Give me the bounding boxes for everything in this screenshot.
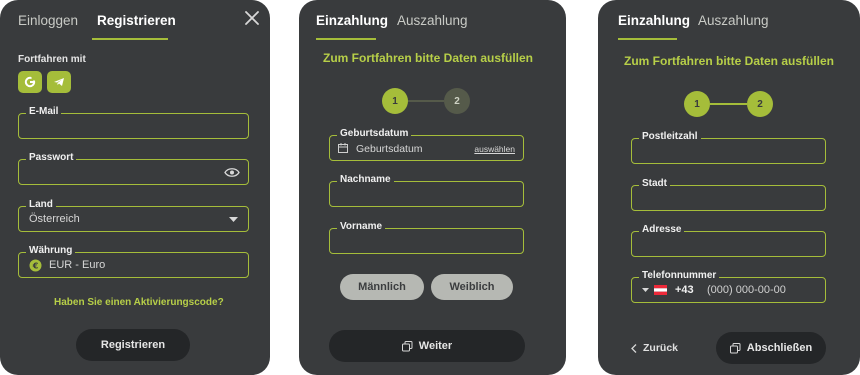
- next-button-label: Weiter: [418, 340, 453, 352]
- postcode-field[interactable]: Postleitzahl: [631, 131, 826, 164]
- activation-code-link[interactable]: Haben Sie einen Aktivierungscode?: [54, 297, 224, 308]
- next-button[interactable]: Weiter: [329, 330, 525, 362]
- city-field[interactable]: Stadt: [631, 178, 826, 211]
- step-connector: [710, 103, 747, 105]
- tab-login[interactable]: Einloggen: [18, 13, 78, 28]
- euro-icon: €: [29, 259, 42, 272]
- step-connector: [408, 100, 444, 102]
- birthdate-field[interactable]: Geburtsdatum Geburtsdatum auswählen: [329, 128, 524, 161]
- lastname-field[interactable]: Nachname: [329, 174, 524, 207]
- close-icon[interactable]: [244, 10, 260, 26]
- active-tab-underline: [618, 38, 677, 40]
- copy-icon: [729, 342, 741, 353]
- birthdate-label: Geburtsdatum: [337, 128, 412, 140]
- finish-button-label: Abschließen: [746, 342, 813, 354]
- phone-label: Telefonnummer: [639, 270, 720, 282]
- form-heading: Zum Fortfahren bitte Daten ausfüllen: [624, 54, 835, 68]
- register-button-label: Registrieren: [100, 339, 166, 351]
- lastname-label: Nachname: [337, 174, 394, 186]
- firstname-field[interactable]: Vorname: [329, 221, 524, 254]
- phone-prefix: +43: [675, 284, 694, 296]
- step-2-indicator: 2: [747, 91, 773, 117]
- email-field[interactable]: E-Mail: [18, 106, 249, 139]
- country-label: Land: [26, 199, 56, 211]
- tab-withdrawal[interactable]: Auszahlung: [698, 13, 769, 28]
- deposit-step1-panel: Einzahlung Auszahlung Zum Fortfahren bit…: [299, 0, 566, 375]
- back-button[interactable]: Zurück: [631, 342, 678, 354]
- chevron-left-icon: [631, 343, 637, 353]
- phone-placeholder: (000) 000-00-00: [707, 284, 786, 296]
- active-tab-underline: [92, 38, 168, 40]
- telegram-login-button[interactable]: [47, 71, 71, 93]
- step-1-indicator: 1: [382, 88, 408, 114]
- postcode-label: Postleitzahl: [639, 131, 701, 143]
- telegram-icon: [54, 78, 64, 86]
- gender-male-button[interactable]: Männlich: [340, 274, 424, 300]
- deposit-step2-panel: Einzahlung Auszahlung Zum Fortfahren bit…: [598, 0, 860, 375]
- country-value: Österreich: [29, 213, 80, 225]
- tab-register[interactable]: Registrieren: [97, 13, 176, 28]
- chevron-down-icon: [229, 217, 238, 222]
- country-select[interactable]: Land Österreich: [18, 199, 249, 232]
- back-button-label: Zurück: [643, 342, 679, 354]
- svg-text:€: €: [32, 262, 39, 271]
- tab-deposit[interactable]: Einzahlung: [316, 13, 388, 28]
- phone-field[interactable]: Telefonnummer +43 (000) 000-00-00: [631, 270, 826, 303]
- tab-deposit[interactable]: Einzahlung: [618, 13, 690, 28]
- step-2-indicator: 2: [444, 88, 470, 114]
- email-label: E-Mail: [26, 106, 62, 118]
- chevron-down-icon[interactable]: [642, 288, 649, 292]
- birthdate-select-link[interactable]: auswählen: [474, 144, 515, 154]
- finish-button[interactable]: Abschließen: [716, 332, 826, 364]
- active-tab-underline: [316, 38, 376, 40]
- address-field[interactable]: Adresse: [631, 224, 826, 257]
- google-login-button[interactable]: [18, 71, 42, 93]
- continue-with-label: Fortfahren mit: [18, 54, 86, 65]
- password-label: Passwort: [26, 152, 77, 164]
- birthdate-placeholder: Geburtsdatum: [356, 143, 423, 155]
- austria-flag-icon: [654, 285, 667, 295]
- currency-label: Währung: [26, 245, 76, 257]
- register-panel: Einloggen Registrieren Fortfahren mit E-…: [0, 0, 270, 375]
- register-button[interactable]: Registrieren: [76, 329, 190, 361]
- tab-withdrawal[interactable]: Auszahlung: [397, 13, 468, 28]
- google-icon: [24, 76, 36, 88]
- calendar-icon: [338, 143, 348, 153]
- city-label: Stadt: [639, 178, 670, 190]
- step-1-indicator: 1: [684, 91, 710, 117]
- form-heading: Zum Fortfahren bitte Daten ausfüllen: [323, 51, 534, 65]
- eye-icon[interactable]: [224, 167, 240, 178]
- gender-female-button[interactable]: Weiblich: [431, 274, 513, 300]
- copy-icon: [401, 340, 413, 351]
- firstname-label: Vorname: [337, 221, 386, 233]
- currency-select[interactable]: Währung € EUR - Euro: [18, 245, 249, 278]
- address-label: Adresse: [639, 224, 685, 236]
- currency-value: EUR - Euro: [49, 259, 106, 271]
- password-field[interactable]: Passwort: [18, 152, 249, 185]
